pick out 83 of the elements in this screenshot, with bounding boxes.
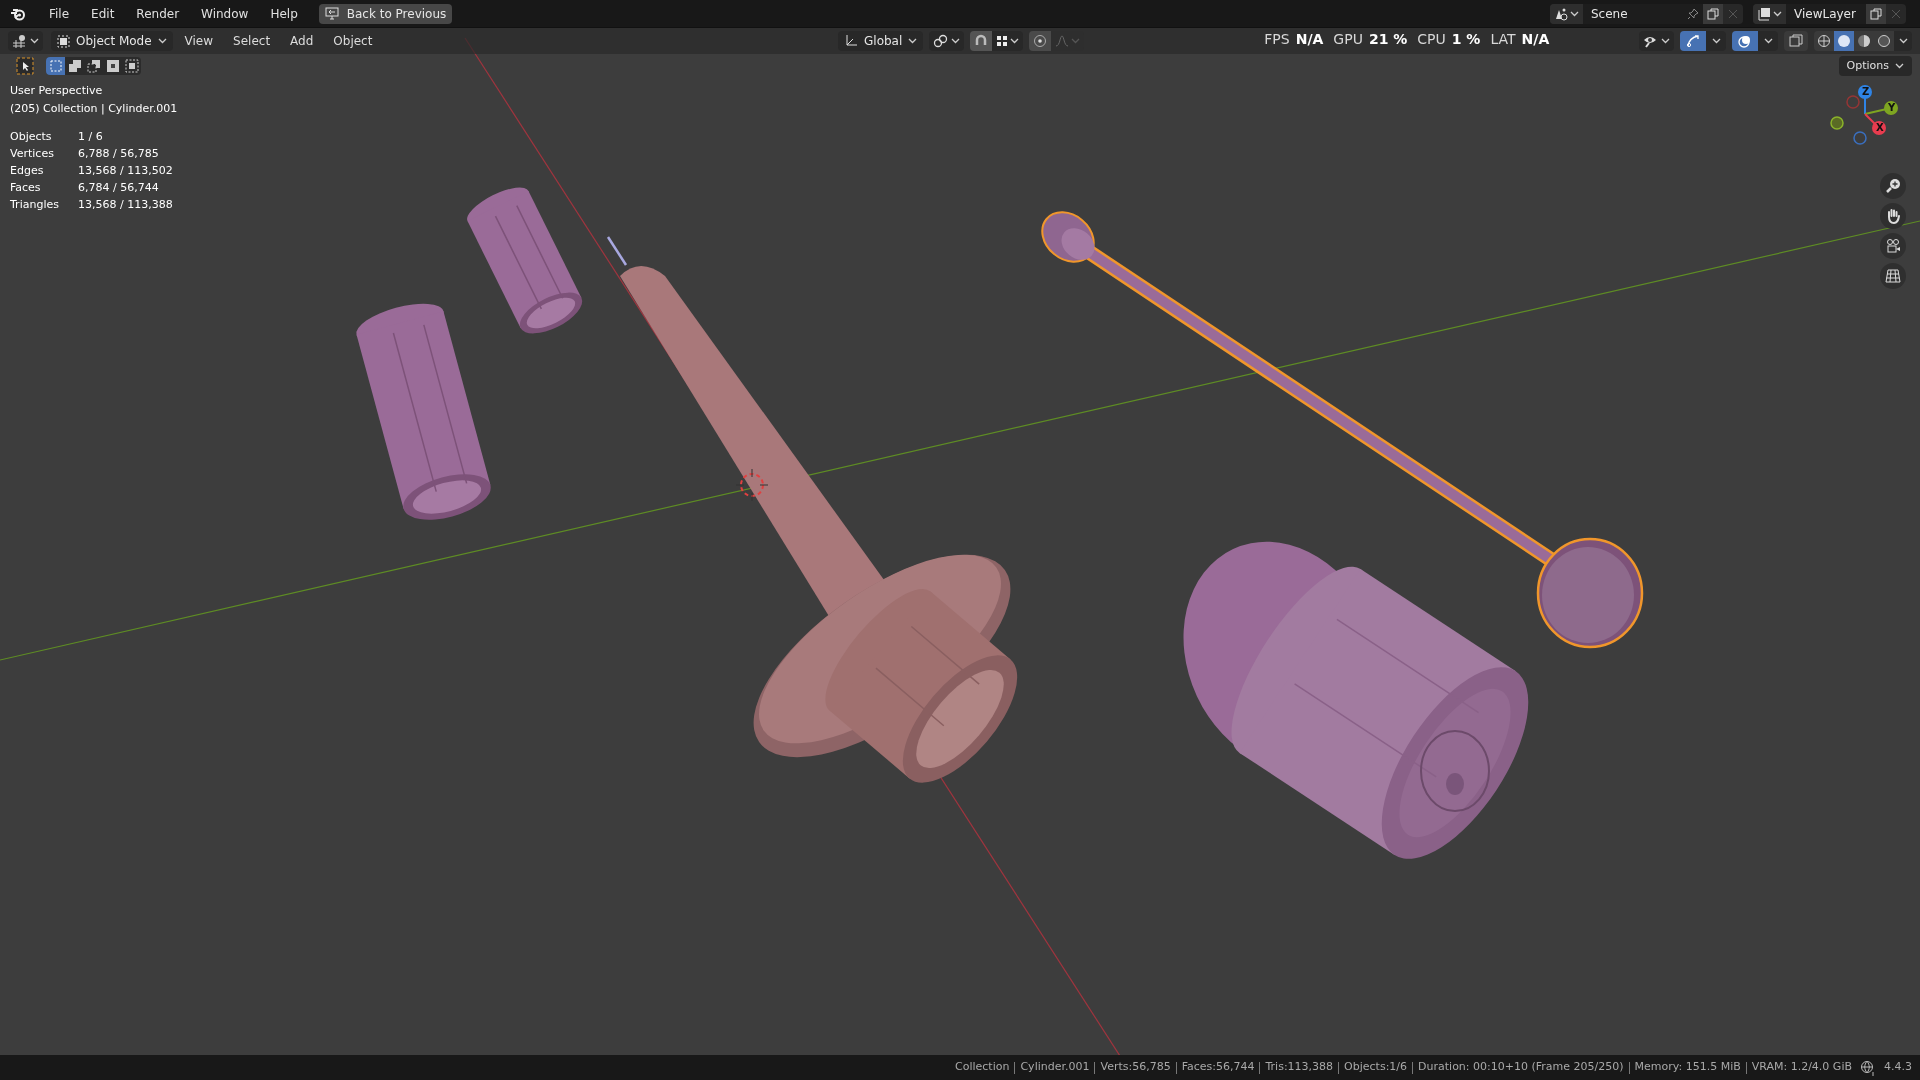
stat-value: 6,788 / 56,785 [78,146,160,162]
menu-item[interactable]: Select [225,32,279,50]
pin-icon[interactable] [1683,3,1703,24]
back-to-previous-button[interactable]: Back to Previous [318,3,453,24]
snap-magnet-icon[interactable] [970,31,993,51]
dropdown-caret-icon[interactable] [1758,31,1778,51]
axis-label: Z [1862,87,1870,97]
status-text: Cylinder.001 [1020,1059,1090,1076]
readout-label: LAT [1490,30,1516,49]
readout-value: N/A [1295,30,1324,49]
stat-label: Faces [10,180,42,196]
view-name-label: User Perspective [10,83,103,99]
view-layer-name-field[interactable]: ViewLayer [1786,3,1866,24]
copy-icon[interactable] [1866,3,1886,24]
select-tool-icon[interactable] [16,57,34,75]
axis-label: X [1876,123,1884,133]
proportional-editing-icon[interactable] [1029,31,1052,51]
menu-item[interactable]: View [176,32,222,50]
copy-icon[interactable] [1703,3,1723,24]
solid-shading-icon[interactable] [1834,31,1854,51]
rendered-shading-icon[interactable] [1874,31,1894,51]
dropdown-caret-icon[interactable] [1894,31,1912,51]
dropdown-caret-icon[interactable] [1706,31,1726,51]
caret-icon [908,38,918,44]
orientation-dropdown[interactable]: Global [838,31,924,51]
scene-name-field[interactable]: Scene [1583,3,1683,24]
menu-item[interactable]: Window [192,1,258,26]
stat-value: 13,568 / 113,502 [78,163,173,179]
camera-icon[interactable] [1880,233,1906,259]
stat-label: Edges [10,163,45,179]
status-text: VRAM: 1.2/4.0 GiB [1751,1059,1852,1076]
stat-label: Objects [10,129,53,145]
zoom-icon[interactable] [1880,173,1906,199]
readout-value: 21 % [1368,30,1408,49]
view-layer-icon[interactable] [1753,3,1786,24]
options-dropdown[interactable]: Options [1838,56,1912,76]
context-label: (205) Collection | Cylinder.001 [10,101,178,117]
wireframe-shading-icon[interactable] [1814,31,1834,51]
axes-icon [844,34,858,48]
menu-item[interactable]: Object [325,32,381,50]
status-text: Verts:56,785 [1100,1059,1171,1076]
selection-mode-icon[interactable] [122,57,141,75]
status-text: Objects:1/6 [1344,1059,1408,1076]
readout-value: 1 % [1451,30,1481,49]
menu-item[interactable]: Render [127,1,189,26]
version-text: 4.4.3 [1884,1059,1912,1076]
menu-item[interactable]: File [40,1,79,26]
caret-icon [157,38,167,44]
caret-icon [1895,63,1904,69]
readout-value: N/A [1521,30,1550,49]
snap-target-icon[interactable] [992,31,1024,51]
stat-value: 13,568 / 113,388 [78,197,173,213]
menu-item[interactable]: Add [282,32,322,50]
readout-label: GPU [1333,30,1363,49]
menu-item[interactable]: Edit [82,1,124,26]
stat-value: 6,784 / 56,744 [78,180,160,196]
status-text: Duration: 00:10+10 (Frame 205/250) [1418,1059,1624,1076]
stat-value: 1 / 6 [78,129,104,145]
menu-item[interactable]: Help [261,1,307,26]
status-text: Tris:113,388 [1265,1059,1334,1076]
network-globe-icon [1860,1059,1876,1076]
pivot-point-icon[interactable] [929,31,965,51]
object-mode-icon [57,34,70,48]
stat-label: Vertices [10,146,55,162]
gizmo-toggle-icon[interactable] [1680,31,1706,51]
selection-mode-icon[interactable] [84,57,103,75]
scene-icon[interactable] [1550,3,1583,24]
status-text: Memory: 151.5 MiB [1634,1059,1741,1076]
readout-label: CPU [1417,30,1446,49]
status-text: Collection [955,1059,1010,1076]
status-text: Faces:56,744 [1181,1059,1255,1076]
stat-label: Triangles [10,197,60,213]
mode-dropdown[interactable]: Object Mode [51,31,173,51]
xray-toggle-icon[interactable] [1784,31,1808,51]
material-shading-icon[interactable] [1854,31,1874,51]
overlays-toggle-icon[interactable] [1732,31,1758,51]
hand-icon[interactable] [1880,203,1906,229]
visibility-eye-icon[interactable] [1639,31,1674,51]
readout-label: FPS [1264,30,1290,49]
grid-icon[interactable] [1880,263,1906,289]
3d-cursor-icon [735,468,769,502]
editor-type-icon[interactable] [8,31,43,51]
axis-label: Y [1888,103,1896,113]
